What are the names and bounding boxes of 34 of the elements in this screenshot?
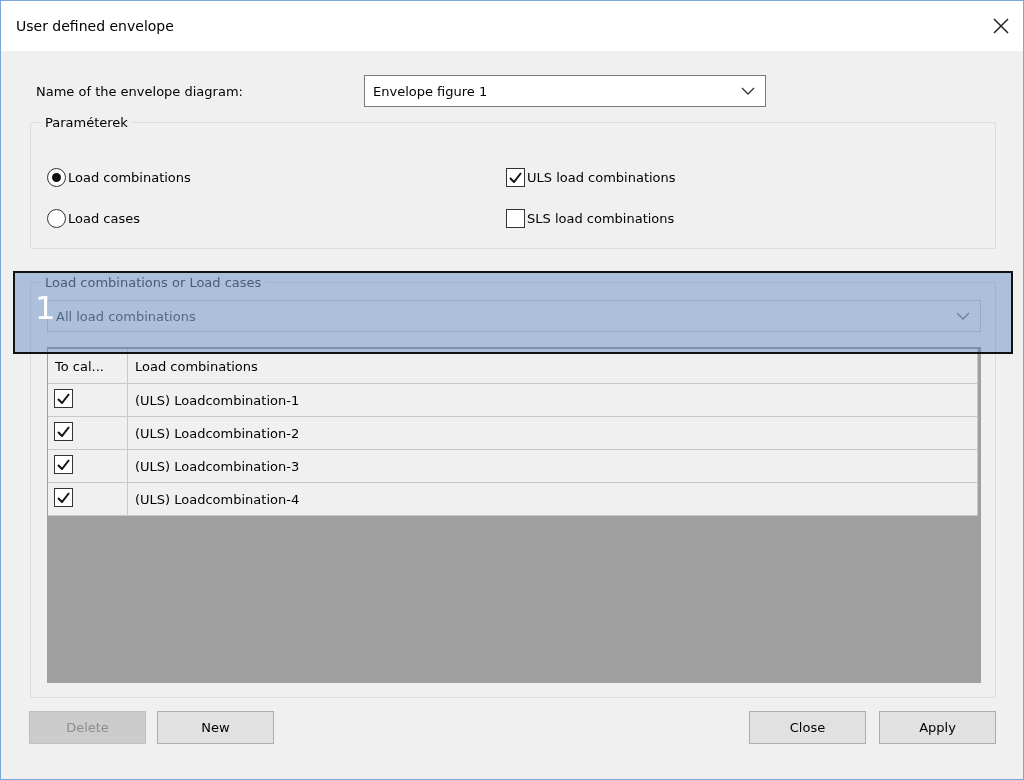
radio-button[interactable] bbox=[47, 168, 66, 187]
checkbox[interactable] bbox=[54, 488, 73, 507]
group-title: Load combinations or Load cases bbox=[44, 275, 263, 290]
dialog-button[interactable]: New bbox=[157, 711, 274, 744]
column-header[interactable]: To cal... bbox=[48, 349, 128, 383]
column-header[interactable]: Load combinations bbox=[128, 349, 978, 383]
field-label: Name of the envelope diagram: bbox=[36, 83, 244, 99]
checkbox[interactable] bbox=[506, 168, 525, 187]
radio-option[interactable]: Load combinations bbox=[47, 168, 506, 187]
checkbox[interactable] bbox=[506, 209, 525, 228]
checkbox[interactable] bbox=[54, 422, 73, 441]
check-icon bbox=[57, 426, 70, 437]
table-cell: (ULS) Loadcombination-2 bbox=[128, 417, 978, 449]
radio-button[interactable] bbox=[47, 209, 66, 228]
radio-option[interactable]: Load cases bbox=[47, 209, 506, 228]
group-title: Paraméterek bbox=[44, 115, 129, 130]
checkbox[interactable] bbox=[54, 455, 73, 474]
table-cell: (ULS) Loadcombination-1 bbox=[128, 384, 978, 416]
chevron-down-icon bbox=[741, 87, 755, 95]
chevron-down-icon bbox=[956, 312, 970, 320]
close-icon[interactable] bbox=[993, 18, 1009, 34]
check-icon bbox=[509, 172, 522, 183]
check-icon bbox=[57, 492, 70, 503]
table-cell: (ULS) Loadcombination-4 bbox=[128, 483, 978, 515]
check-icon bbox=[57, 393, 70, 404]
name-dropdown[interactable]: Envelope figure 1 bbox=[364, 75, 766, 107]
checkbox-option[interactable]: ULS load combinations bbox=[506, 168, 983, 187]
checkbox[interactable] bbox=[54, 389, 73, 408]
checkbox-option[interactable]: SLS load combinations bbox=[506, 209, 983, 228]
check-icon bbox=[57, 459, 70, 470]
dialog-button[interactable]: Apply bbox=[879, 711, 996, 744]
table-cell: (ULS) Loadcombination-3 bbox=[128, 450, 978, 482]
window-title: User defined envelope bbox=[16, 18, 174, 34]
dialog-button[interactable]: Close bbox=[749, 711, 866, 744]
